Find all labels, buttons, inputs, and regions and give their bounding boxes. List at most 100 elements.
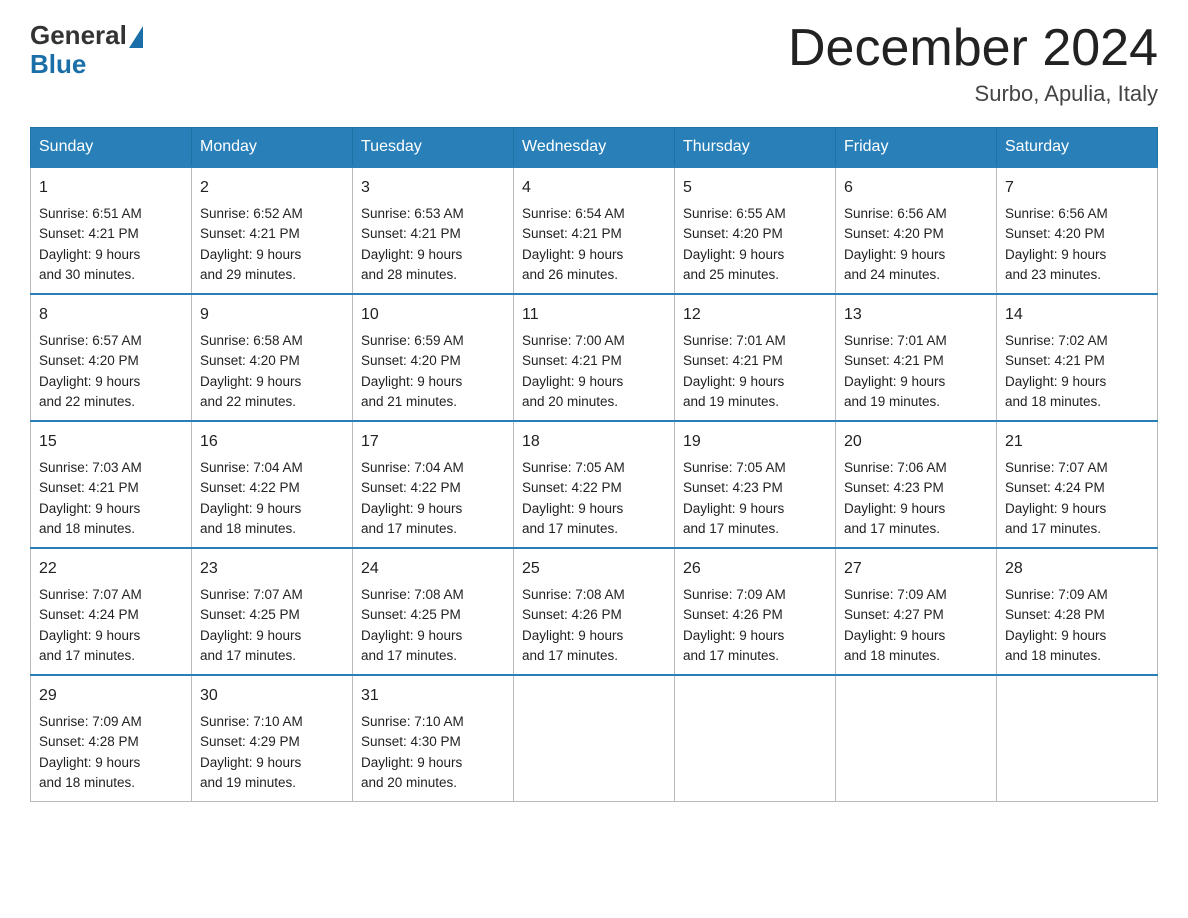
sunset-text: Sunset: 4:20 PM: [39, 353, 139, 368]
daylight-minutes: and 17 minutes.: [200, 648, 296, 663]
sunrise-text: Sunrise: 6:55 AM: [683, 206, 786, 221]
daylight-text: Daylight: 9 hours: [1005, 374, 1106, 389]
daylight-minutes: and 19 minutes.: [200, 775, 296, 790]
sunrise-text: Sunrise: 7:09 AM: [683, 587, 786, 602]
day-number: 11: [522, 303, 666, 327]
day-number: 12: [683, 303, 827, 327]
sunset-text: Sunset: 4:20 PM: [361, 353, 461, 368]
day-number: 6: [844, 176, 988, 200]
day-number: 28: [1005, 557, 1149, 581]
daylight-text: Daylight: 9 hours: [200, 247, 301, 262]
sunset-text: Sunset: 4:20 PM: [1005, 226, 1105, 241]
day-number: 16: [200, 430, 344, 454]
table-row: 28Sunrise: 7:09 AMSunset: 4:28 PMDayligh…: [997, 548, 1158, 675]
table-row: 16Sunrise: 7:04 AMSunset: 4:22 PMDayligh…: [192, 421, 353, 548]
daylight-minutes: and 30 minutes.: [39, 267, 135, 282]
table-row: 20Sunrise: 7:06 AMSunset: 4:23 PMDayligh…: [836, 421, 997, 548]
table-row: 24Sunrise: 7:08 AMSunset: 4:25 PMDayligh…: [353, 548, 514, 675]
sunrise-text: Sunrise: 7:09 AM: [39, 714, 142, 729]
sunset-text: Sunset: 4:29 PM: [200, 734, 300, 749]
sunset-text: Sunset: 4:21 PM: [1005, 353, 1105, 368]
daylight-minutes: and 19 minutes.: [844, 394, 940, 409]
daylight-text: Daylight: 9 hours: [683, 247, 784, 262]
day-number: 19: [683, 430, 827, 454]
day-number: 13: [844, 303, 988, 327]
daylight-minutes: and 21 minutes.: [361, 394, 457, 409]
calendar-week-row: 8Sunrise: 6:57 AMSunset: 4:20 PMDaylight…: [31, 294, 1158, 421]
daylight-minutes: and 18 minutes.: [844, 648, 940, 663]
sunset-text: Sunset: 4:21 PM: [39, 226, 139, 241]
daylight-text: Daylight: 9 hours: [522, 374, 623, 389]
table-row: 15Sunrise: 7:03 AMSunset: 4:21 PMDayligh…: [31, 421, 192, 548]
table-row: 7Sunrise: 6:56 AMSunset: 4:20 PMDaylight…: [997, 167, 1158, 294]
table-row: 14Sunrise: 7:02 AMSunset: 4:21 PMDayligh…: [997, 294, 1158, 421]
day-number: 1: [39, 176, 183, 200]
table-row: 11Sunrise: 7:00 AMSunset: 4:21 PMDayligh…: [514, 294, 675, 421]
daylight-minutes: and 20 minutes.: [361, 775, 457, 790]
daylight-text: Daylight: 9 hours: [1005, 247, 1106, 262]
table-row: 12Sunrise: 7:01 AMSunset: 4:21 PMDayligh…: [675, 294, 836, 421]
table-row: 31Sunrise: 7:10 AMSunset: 4:30 PMDayligh…: [353, 675, 514, 802]
table-row: 17Sunrise: 7:04 AMSunset: 4:22 PMDayligh…: [353, 421, 514, 548]
logo-triangle-icon: [129, 26, 143, 48]
daylight-minutes: and 17 minutes.: [1005, 521, 1101, 536]
daylight-minutes: and 18 minutes.: [1005, 648, 1101, 663]
title-section: December 2024 Surbo, Apulia, Italy: [788, 20, 1158, 107]
daylight-minutes: and 17 minutes.: [361, 521, 457, 536]
daylight-minutes: and 26 minutes.: [522, 267, 618, 282]
sunset-text: Sunset: 4:20 PM: [844, 226, 944, 241]
table-row: 13Sunrise: 7:01 AMSunset: 4:21 PMDayligh…: [836, 294, 997, 421]
daylight-minutes: and 22 minutes.: [200, 394, 296, 409]
day-number: 25: [522, 557, 666, 581]
daylight-minutes: and 28 minutes.: [361, 267, 457, 282]
table-row: 9Sunrise: 6:58 AMSunset: 4:20 PMDaylight…: [192, 294, 353, 421]
table-row: 27Sunrise: 7:09 AMSunset: 4:27 PMDayligh…: [836, 548, 997, 675]
day-number: 4: [522, 176, 666, 200]
sunset-text: Sunset: 4:26 PM: [683, 607, 783, 622]
day-number: 22: [39, 557, 183, 581]
day-number: 14: [1005, 303, 1149, 327]
sunrise-text: Sunrise: 7:07 AM: [1005, 460, 1108, 475]
table-row: [836, 675, 997, 802]
sunrise-text: Sunrise: 7:05 AM: [683, 460, 786, 475]
daylight-text: Daylight: 9 hours: [683, 501, 784, 516]
daylight-text: Daylight: 9 hours: [361, 628, 462, 643]
table-row: 21Sunrise: 7:07 AMSunset: 4:24 PMDayligh…: [997, 421, 1158, 548]
daylight-minutes: and 22 minutes.: [39, 394, 135, 409]
daylight-minutes: and 20 minutes.: [522, 394, 618, 409]
table-row: 19Sunrise: 7:05 AMSunset: 4:23 PMDayligh…: [675, 421, 836, 548]
day-number: 3: [361, 176, 505, 200]
day-number: 8: [39, 303, 183, 327]
col-thursday: Thursday: [675, 128, 836, 168]
table-row: 23Sunrise: 7:07 AMSunset: 4:25 PMDayligh…: [192, 548, 353, 675]
table-row: 4Sunrise: 6:54 AMSunset: 4:21 PMDaylight…: [514, 167, 675, 294]
table-row: 2Sunrise: 6:52 AMSunset: 4:21 PMDaylight…: [192, 167, 353, 294]
daylight-text: Daylight: 9 hours: [200, 501, 301, 516]
col-wednesday: Wednesday: [514, 128, 675, 168]
daylight-text: Daylight: 9 hours: [522, 501, 623, 516]
sunset-text: Sunset: 4:30 PM: [361, 734, 461, 749]
calendar-week-row: 22Sunrise: 7:07 AMSunset: 4:24 PMDayligh…: [31, 548, 1158, 675]
table-row: 30Sunrise: 7:10 AMSunset: 4:29 PMDayligh…: [192, 675, 353, 802]
sunrise-text: Sunrise: 7:08 AM: [522, 587, 625, 602]
sunrise-text: Sunrise: 7:08 AM: [361, 587, 464, 602]
day-number: 26: [683, 557, 827, 581]
day-number: 29: [39, 684, 183, 708]
daylight-text: Daylight: 9 hours: [200, 755, 301, 770]
sunrise-text: Sunrise: 6:52 AM: [200, 206, 303, 221]
day-number: 5: [683, 176, 827, 200]
day-number: 30: [200, 684, 344, 708]
daylight-minutes: and 17 minutes.: [683, 648, 779, 663]
sunrise-text: Sunrise: 7:05 AM: [522, 460, 625, 475]
sunrise-text: Sunrise: 6:51 AM: [39, 206, 142, 221]
day-number: 27: [844, 557, 988, 581]
day-number: 2: [200, 176, 344, 200]
table-row: 29Sunrise: 7:09 AMSunset: 4:28 PMDayligh…: [31, 675, 192, 802]
calendar-table: Sunday Monday Tuesday Wednesday Thursday…: [30, 127, 1158, 802]
daylight-minutes: and 18 minutes.: [39, 521, 135, 536]
daylight-minutes: and 17 minutes.: [683, 521, 779, 536]
table-row: 1 Sunrise: 6:51 AM Sunset: 4:21 PM Daylight…: [31, 167, 192, 294]
calendar-week-row: 1 Sunrise: 6:51 AM Sunset: 4:21 PM Daylight…: [31, 167, 1158, 294]
daylight-text: Daylight: 9 hours: [39, 755, 140, 770]
daylight-text: Daylight: 9 hours: [39, 247, 140, 262]
